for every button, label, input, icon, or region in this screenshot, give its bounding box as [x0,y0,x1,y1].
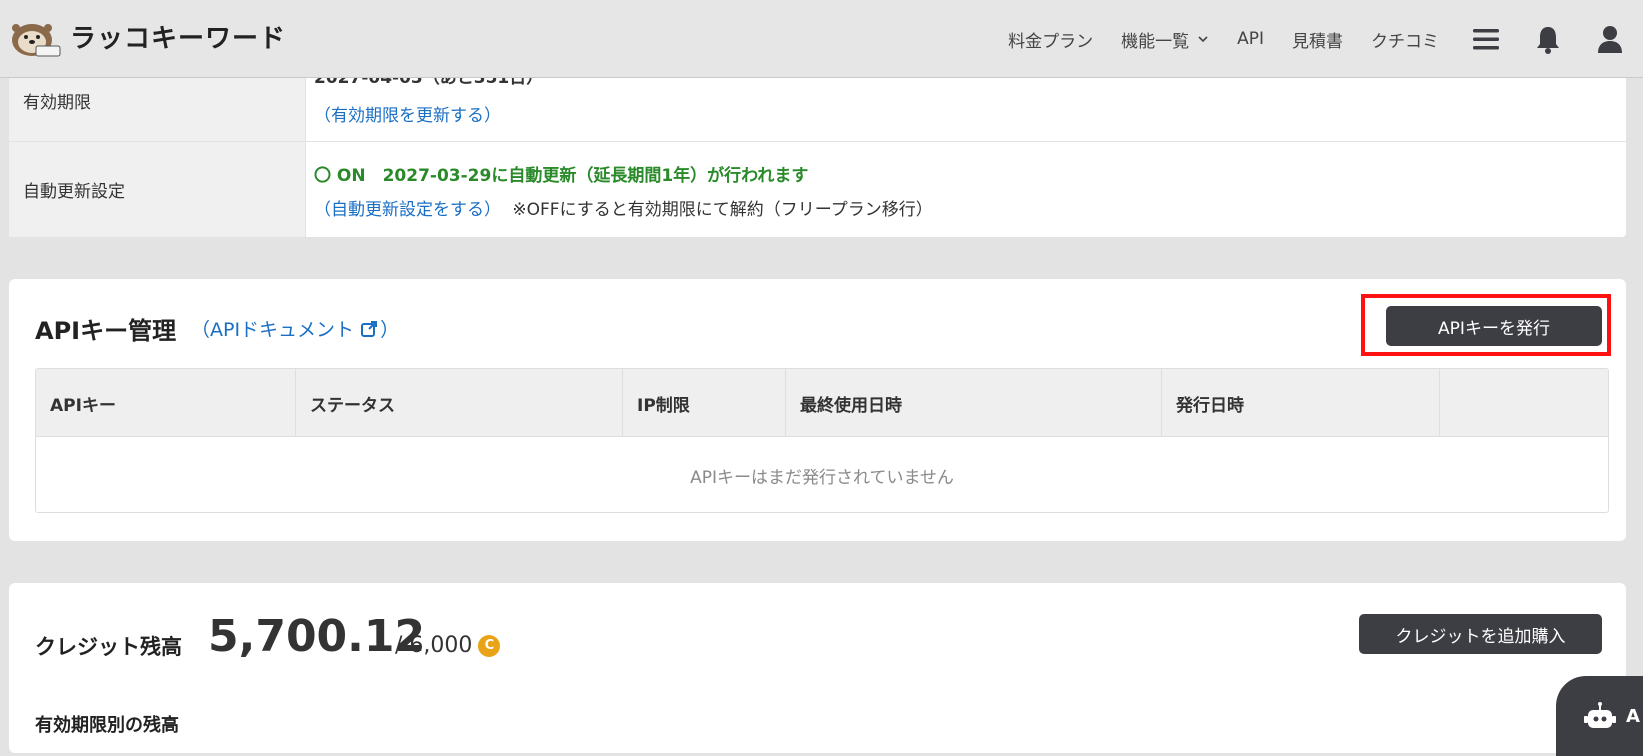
credit-balance-card: クレジット残高 5,700.12 / 6,000 C クレジットを追加購入 有効… [9,583,1626,753]
api-key-card: APIキー管理 （APIドキュメント ） APIキーを発行 APIキー ステータ… [9,279,1626,541]
credit-balance: 5,700.12 [208,611,426,662]
nav-reviews[interactable]: クチコミ [1371,27,1439,52]
robot-icon [1584,702,1616,728]
col-ip-restriction: IP制限 [623,369,786,437]
external-link-icon [361,320,378,337]
auto-renew-line: （自動更新設定をする） ※OFFにすると有効期限にて解約（フリープラン移行） [314,195,933,220]
auto-renew-label: 自動更新設定 [9,142,306,237]
main-nav: 料金プラン 機能一覧 API 見積書 クチコミ [980,0,1625,78]
balance-by-expiry-heading: 有効期限別の残高 [35,715,179,736]
credit-coin-icon: C [478,634,501,657]
chatbot-launcher[interactable]: A [1556,676,1643,756]
bell-icon[interactable] [1533,24,1563,54]
chatbot-label: A [1626,706,1640,727]
user-account-icon[interactable] [1595,24,1625,54]
api-doc-link-label: （APIドキュメント [191,319,355,341]
credit-total-value: / 6,000 [395,633,473,658]
buy-credits-button[interactable]: クレジットを追加購入 [1359,614,1602,654]
nav-features-label: 機能一覧 [1121,31,1190,52]
nav-pricing[interactable]: 料金プラン [1008,27,1093,52]
col-api-key: APIキー [36,369,296,437]
credit-label: クレジット残高 [35,635,182,659]
col-actions [1440,369,1608,437]
site-header: ラッコキーワード 料金プラン 機能一覧 API 見積書 クチコミ [0,0,1643,78]
auto-renew-status: 〇 ON 2027-03-29に自動更新（延長期間1年）が行われます [314,166,809,186]
issue-api-key-button[interactable]: APIキーを発行 [1386,306,1602,346]
auto-renew-row: 自動更新設定 〇 ON 2027-03-29に自動更新（延長期間1年）が行われま… [9,142,1626,237]
col-issued-at: 発行日時 [1162,369,1440,437]
api-key-title: APIキー管理 [35,317,177,345]
auto-renew-settings-link[interactable]: （自動更新設定をする） [314,200,501,220]
nav-quote[interactable]: 見積書 [1292,27,1343,52]
nav-features[interactable]: 機能一覧 [1121,27,1209,52]
empty-message: APIキーはまだ発行されていません [690,467,954,488]
table-header: APIキー ステータス IP制限 最終使用日時 発行日時 [36,369,1608,437]
menu-icon[interactable] [1471,24,1501,54]
auto-renew-note: ※OFFにすると有効期限にて解約（フリープラン移行） [512,200,933,220]
col-last-used: 最終使用日時 [786,369,1162,437]
logo[interactable]: ラッコキーワード [8,14,286,58]
logo-text: ラッコキーワード [70,23,287,54]
plan-settings-card: 有効期限 2027-04-03（あと351日） （有効期限を更新する） 自動更新… [9,60,1626,237]
sea-otter-logo-icon [12,24,61,57]
chevron-down-icon [1198,36,1208,43]
col-status: ステータス [296,369,623,437]
api-doc-link-suffix: ） [380,319,400,341]
api-doc-link[interactable]: （APIドキュメント ） [191,315,399,342]
api-key-table: APIキー ステータス IP制限 最終使用日時 発行日時 APIキーはまだ発行さ… [35,368,1609,513]
renew-expiry-link[interactable]: （有効期限を更新する） [314,101,501,126]
nav-api[interactable]: API [1237,29,1264,49]
credit-total: / 6,000 C [395,633,501,658]
